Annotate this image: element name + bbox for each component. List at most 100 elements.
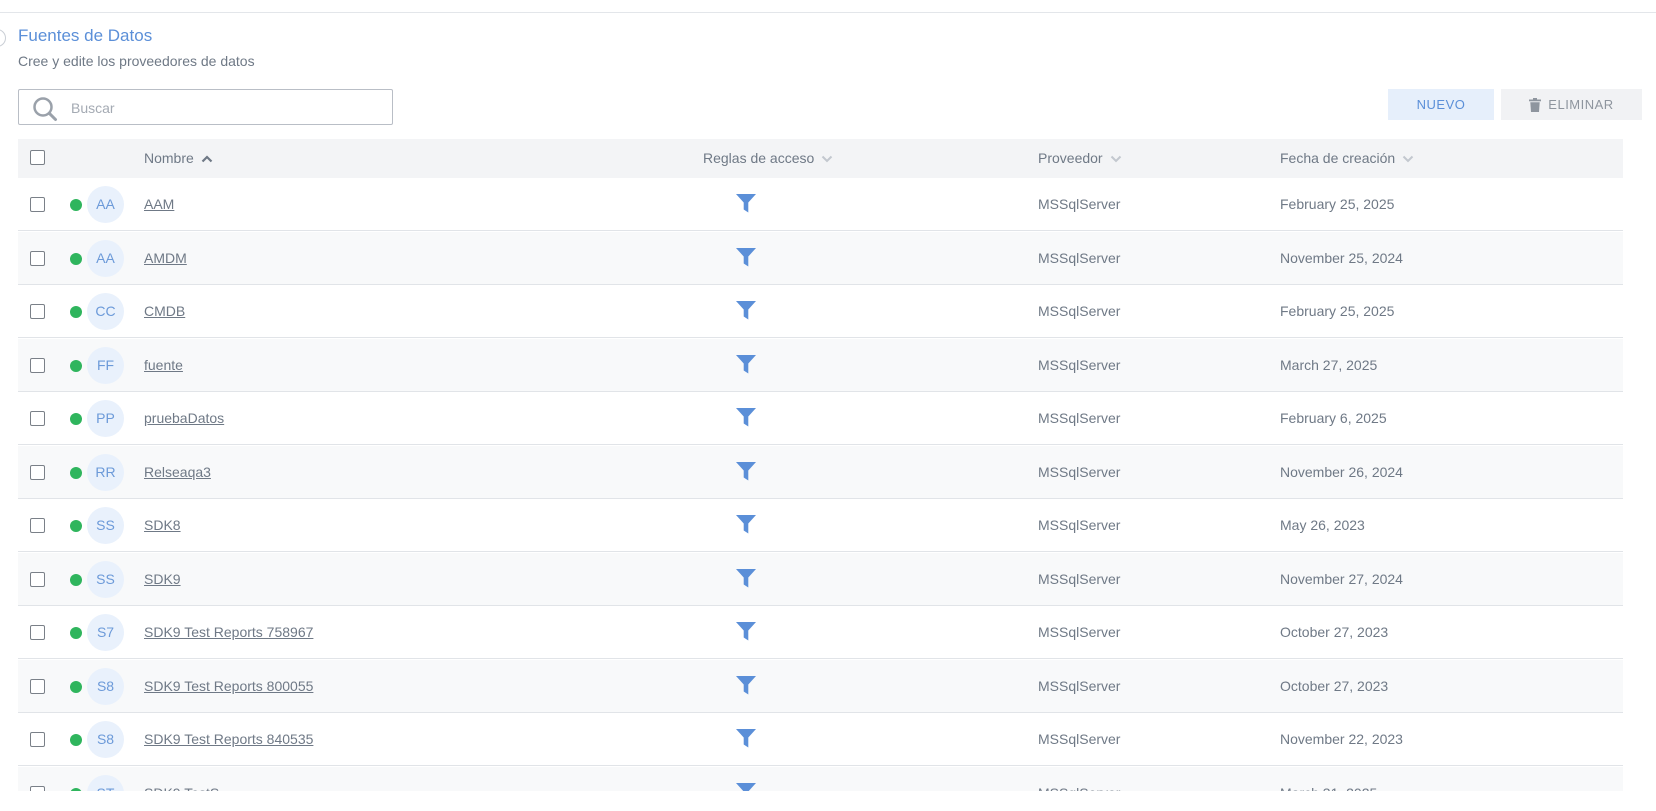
created-date-cell: November 26, 2024 [1280, 463, 1403, 480]
table-row[interactable]: RR Relseaqa3 MSSqlServer November 26, 2024 [18, 445, 1623, 499]
column-header-provider-label: Proveedor [1038, 150, 1103, 166]
created-date-cell: November 25, 2024 [1280, 249, 1403, 266]
delete-button[interactable]: ELIMINAR [1501, 89, 1642, 120]
row-checkbox[interactable] [30, 464, 45, 480]
table-row[interactable]: SS SDK8 MSSqlServer May 26, 2023 [18, 499, 1623, 552]
data-source-name-link[interactable]: SDK9 TestS [144, 767, 219, 792]
avatar: S8 [87, 721, 124, 758]
data-source-name-link[interactable]: SDK9 Test Reports 840535 [144, 713, 313, 766]
row-checkbox[interactable] [30, 250, 45, 266]
chevron-down-icon [822, 155, 833, 162]
row-checkbox[interactable] [30, 197, 45, 212]
search-icon [33, 97, 57, 121]
data-source-name-link[interactable]: AAM [144, 178, 174, 231]
table-row[interactable]: S7 SDK9 Test Reports 758967 MSSqlServer Oct… [18, 606, 1623, 659]
avatar: S7 [87, 614, 124, 651]
created-date-cell: February 6, 2025 [1280, 410, 1387, 426]
row-checkbox[interactable] [30, 304, 45, 319]
panel-toggle-button[interactable] [0, 29, 6, 47]
filter-icon[interactable] [736, 461, 756, 481]
data-sources-table: Nombre Reglas de acceso Proveedor Fecha … [18, 139, 1623, 791]
data-source-name-link[interactable]: SDK9 Test Reports 758967 [144, 606, 313, 659]
table-row[interactable]: S8 SDK9 Test Reports 840535 MSSqlServer Nov… [18, 713, 1623, 766]
table-row[interactable]: S8 SDK9 Test Reports 800055 MSSqlServer Oct… [18, 659, 1623, 713]
column-header-rules[interactable]: Reglas de acceso [703, 139, 833, 178]
provider-cell: MSSqlServer [1038, 303, 1121, 319]
filter-icon[interactable] [736, 301, 756, 320]
sort-ascending-icon [201, 154, 213, 162]
avatar: RR [87, 453, 124, 491]
search-input[interactable] [69, 96, 383, 120]
row-checkbox[interactable] [30, 571, 45, 587]
table-header: Nombre Reglas de acceso Proveedor Fecha … [18, 139, 1623, 178]
data-source-name-link[interactable]: pruebaDatos [144, 392, 224, 445]
provider-cell: MSSqlServer [1038, 356, 1121, 373]
table-row[interactable]: ST SDK9 TestS MSSqlServer March 31, 2025 [18, 766, 1623, 792]
column-header-rules-label: Reglas de acceso [703, 150, 815, 166]
created-date-cell: May 26, 2023 [1280, 517, 1365, 533]
data-source-name-link[interactable]: Relseaqa3 [144, 446, 211, 499]
filter-icon[interactable] [736, 194, 756, 213]
column-header-created[interactable]: Fecha de creación [1280, 139, 1414, 178]
row-checkbox[interactable] [30, 518, 45, 533]
created-date-cell: March 27, 2025 [1280, 356, 1378, 373]
provider-cell: MSSqlServer [1038, 463, 1121, 480]
status-indicator [70, 199, 82, 211]
filter-icon[interactable] [736, 354, 756, 374]
created-date-cell: October 27, 2023 [1280, 624, 1389, 640]
filter-icon[interactable] [736, 729, 756, 748]
row-checkbox[interactable] [30, 785, 45, 791]
data-source-name-link[interactable]: fuente [144, 339, 183, 392]
select-all-checkbox[interactable] [30, 150, 45, 165]
row-checkbox[interactable] [30, 357, 45, 373]
filter-icon[interactable] [736, 568, 756, 588]
search-box[interactable] [18, 89, 393, 125]
row-checkbox[interactable] [30, 678, 45, 694]
avatar: S8 [87, 667, 124, 705]
table-row[interactable]: CC CMDB MSSqlServer February 25, 2025 [18, 285, 1623, 338]
filter-icon[interactable] [736, 515, 756, 534]
chevron-down-icon [1110, 155, 1121, 162]
filter-icon[interactable] [736, 675, 756, 695]
avatar: AA [87, 239, 124, 277]
filter-icon[interactable] [736, 247, 756, 267]
page-title: Fuentes de Datos [18, 26, 153, 45]
provider-cell: MSSqlServer [1038, 624, 1121, 640]
table-row[interactable]: AA AAM MSSqlServer February 25, 2025 [18, 178, 1623, 231]
table-row[interactable]: PP pruebaDatos MSSqlServer February 6, 2025 [18, 392, 1623, 445]
provider-cell: MSSqlServer [1038, 249, 1121, 266]
provider-cell: MSSqlServer [1038, 517, 1121, 533]
data-source-name-link[interactable]: SDK9 [144, 553, 181, 606]
avatar: FF [87, 346, 124, 384]
row-checkbox[interactable] [30, 625, 45, 640]
table-row[interactable]: SS SDK9 MSSqlServer November 27, 2024 [18, 552, 1623, 606]
column-header-name[interactable]: Nombre [144, 139, 213, 178]
column-header-name-label: Nombre [144, 150, 194, 166]
status-indicator [70, 359, 82, 372]
row-checkbox[interactable] [30, 732, 45, 747]
filter-icon[interactable] [736, 622, 756, 641]
table-row[interactable]: AA AMDM MSSqlServer November 25, 2024 [18, 231, 1623, 285]
avatar: ST [87, 774, 124, 791]
data-source-name-link[interactable]: SDK9 Test Reports 800055 [144, 660, 313, 713]
created-date-cell: November 27, 2024 [1280, 570, 1403, 587]
column-header-created-label: Fecha de creación [1280, 150, 1396, 166]
table-row[interactable]: FF fuente MSSqlServer March 27, 2025 [18, 338, 1623, 392]
row-checkbox[interactable] [30, 411, 45, 426]
avatar: PP [87, 400, 124, 437]
created-date-cell: February 25, 2025 [1280, 196, 1395, 212]
data-source-name-link[interactable]: SDK8 [144, 499, 181, 552]
filter-icon[interactable] [736, 782, 756, 792]
data-source-name-link[interactable]: AMDM [144, 232, 187, 285]
filter-icon[interactable] [736, 408, 756, 427]
data-source-name-link[interactable]: CMDB [144, 285, 185, 338]
new-button[interactable]: NUEVO [1388, 89, 1494, 120]
status-indicator [70, 734, 82, 746]
provider-cell: MSSqlServer [1038, 196, 1121, 212]
status-indicator [70, 520, 82, 532]
column-header-provider[interactable]: Proveedor [1038, 139, 1122, 178]
avatar: SS [87, 507, 124, 544]
page-subtitle: Cree y edite los proveedores de datos [18, 53, 255, 69]
avatar: CC [87, 293, 124, 330]
status-indicator [70, 573, 82, 586]
